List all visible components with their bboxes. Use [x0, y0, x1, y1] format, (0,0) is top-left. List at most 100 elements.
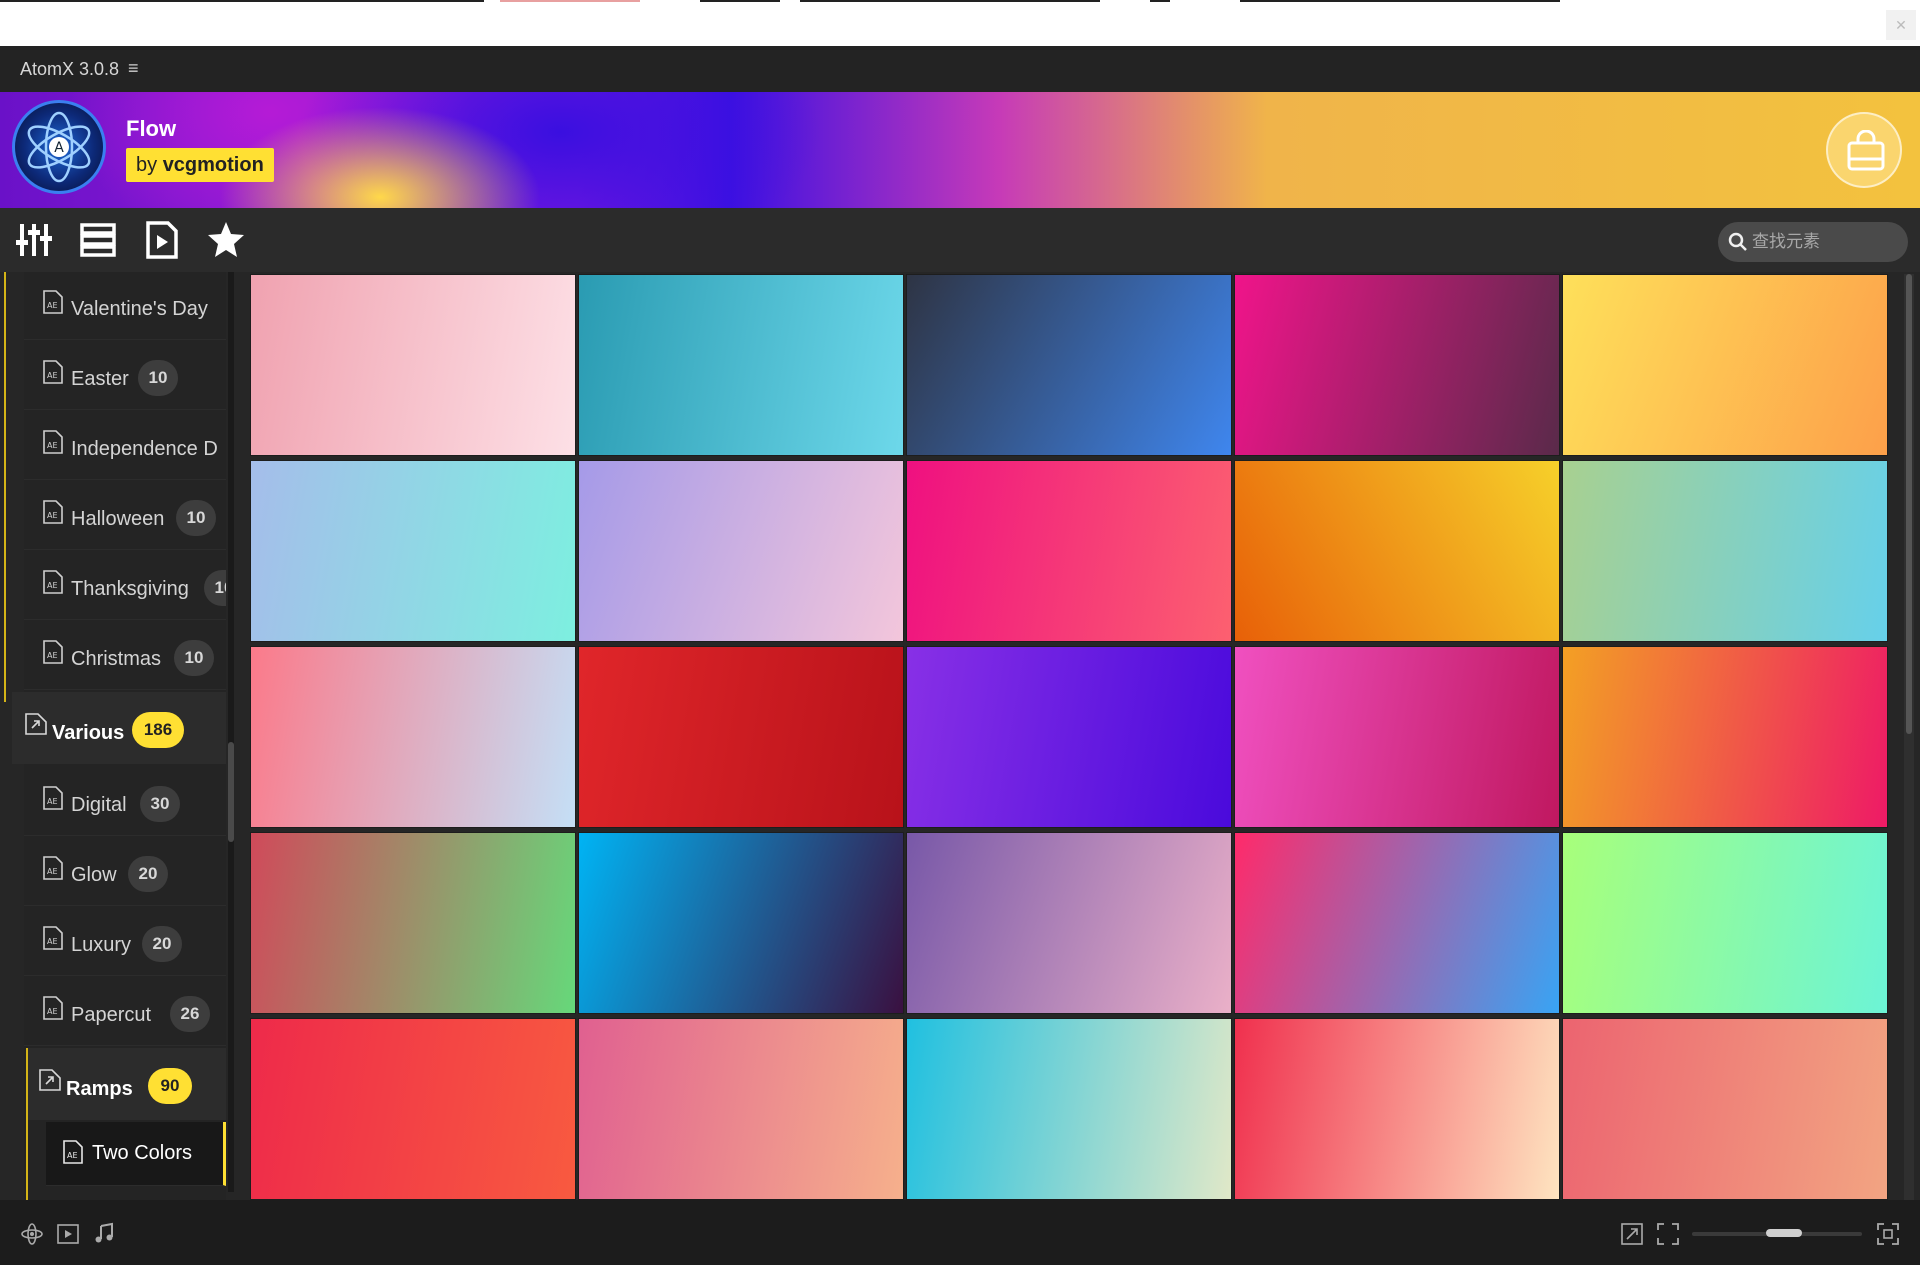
- sidebar-item-label: Digital: [71, 794, 127, 816]
- host-window-strip: ✕: [0, 0, 1920, 46]
- search-box[interactable]: [1718, 222, 1908, 262]
- hamburger-icon[interactable]: ≡: [128, 58, 139, 79]
- scrollbar-thumb[interactable]: [1906, 274, 1912, 734]
- app-title: AtomX 3.0.8: [20, 59, 120, 79]
- gradient-preset-tile[interactable]: [1562, 460, 1888, 642]
- music-note-icon[interactable]: [92, 1222, 116, 1246]
- svg-text:AE: AE: [47, 371, 58, 380]
- sidebar-item-valentines-day[interactable]: AE Valentine's Day: [24, 272, 226, 340]
- svg-text:A: A: [54, 140, 64, 156]
- preset-grid: [250, 274, 1890, 1200]
- gradient-preset-tile[interactable]: [578, 646, 904, 828]
- scrollbar-thumb[interactable]: [228, 742, 234, 842]
- sidebar-subcategory-ramps[interactable]: Ramps 90: [26, 1048, 226, 1120]
- ae-file-icon: AE: [43, 640, 63, 664]
- gradient-preset-tile[interactable]: [1234, 646, 1560, 828]
- author-badge[interactable]: by vcgmotion: [126, 148, 274, 182]
- sidebar-item-thanksgiving[interactable]: AE Thanksgiving 10: [24, 552, 226, 620]
- gradient-preset-tile[interactable]: [1562, 832, 1888, 1014]
- expand-icon[interactable]: [1620, 1222, 1644, 1246]
- count-badge: 20: [128, 856, 168, 892]
- count-badge: 90: [148, 1068, 192, 1104]
- gradient-preset-tile[interactable]: [578, 460, 904, 642]
- status-bar: [0, 1200, 1920, 1265]
- svg-text:AE: AE: [47, 511, 58, 520]
- strip-line: [1240, 0, 1560, 2]
- sidebar-item-label: Thanksgiving: [71, 578, 189, 600]
- count-badge: 10: [174, 640, 214, 676]
- count-badge: 10: [176, 500, 216, 536]
- gradient-preset-tile[interactable]: [906, 274, 1232, 456]
- fit-icon[interactable]: [1656, 1222, 1680, 1246]
- sidebar-item-two-colors[interactable]: AE Two Colors: [46, 1122, 226, 1186]
- gradient-preset-tile[interactable]: [906, 1018, 1232, 1200]
- ae-file-icon: AE: [43, 430, 63, 454]
- grid-scrollbar[interactable]: [1904, 274, 1914, 1200]
- ae-file-icon: AE: [43, 996, 63, 1020]
- zoom-slider-thumb[interactable]: [1765, 1229, 1802, 1237]
- gradient-preset-tile[interactable]: [906, 460, 1232, 642]
- sliders-icon[interactable]: [14, 220, 54, 260]
- gradient-preset-tile[interactable]: [250, 646, 576, 828]
- gradient-preset-tile[interactable]: [1562, 646, 1888, 828]
- gradient-preset-tile[interactable]: [1234, 832, 1560, 1014]
- fullscreen-icon[interactable]: [1876, 1222, 1900, 1246]
- count-badge: 10: [204, 570, 226, 606]
- sidebar-category-various[interactable]: Various 186: [12, 692, 226, 764]
- gradient-preset-tile[interactable]: [250, 274, 576, 456]
- strip-line: [500, 0, 640, 2]
- gradient-preset-tile[interactable]: [1562, 1018, 1888, 1200]
- play-icon[interactable]: [56, 1222, 80, 1246]
- ae-file-icon: AE: [43, 856, 63, 880]
- search-icon: [1728, 232, 1747, 251]
- gradient-preset-tile[interactable]: [906, 832, 1232, 1014]
- gradient-preset-tile[interactable]: [250, 832, 576, 1014]
- atom-icon: A: [27, 111, 91, 183]
- atomx-logo: A: [12, 100, 106, 194]
- svg-text:AE: AE: [47, 301, 58, 310]
- sidebar-item-independence-day[interactable]: AE Independence D: [24, 412, 226, 480]
- count-badge: 186: [132, 712, 184, 748]
- count-badge: 20: [142, 926, 182, 962]
- sidebar-scrollbar[interactable]: [228, 272, 234, 1192]
- sidebar-item-christmas[interactable]: AE Christmas 10: [24, 622, 226, 690]
- close-icon[interactable]: ✕: [1886, 10, 1916, 40]
- gradient-preset-tile[interactable]: [578, 832, 904, 1014]
- gradient-preset-tile[interactable]: [1234, 460, 1560, 642]
- gradient-preset-tile[interactable]: [250, 460, 576, 642]
- sidebar-item-halloween[interactable]: AE Halloween 10: [24, 482, 226, 550]
- gradient-preset-tile[interactable]: [906, 646, 1232, 828]
- orbit-icon[interactable]: [20, 1222, 44, 1246]
- gradient-preset-tile[interactable]: [250, 1018, 576, 1200]
- count-badge: 30: [140, 786, 180, 822]
- author-prefix: by: [136, 154, 158, 176]
- category-sidebar: AE Valentine's Day AE Easter 10 AE Indep…: [0, 272, 236, 1200]
- svg-text:AE: AE: [47, 867, 58, 876]
- search-input[interactable]: [1752, 228, 1902, 256]
- preview-file-icon[interactable]: [142, 220, 182, 260]
- gradient-preset-tile[interactable]: [1234, 1018, 1560, 1200]
- sidebar-item-papercut[interactable]: AE Papercut 26: [24, 978, 226, 1046]
- sidebar-item-label: Valentine's Day: [71, 298, 208, 320]
- sidebar-item-label: Papercut: [71, 1004, 152, 1026]
- ae-file-icon: AE: [43, 290, 63, 314]
- sidebar-item-glow[interactable]: AE Glow 20: [24, 838, 226, 906]
- gradient-preset-tile[interactable]: [1234, 274, 1560, 456]
- sidebar-item-luxury[interactable]: AE Luxury 20: [24, 908, 226, 976]
- shopping-bag-icon: [1847, 130, 1885, 171]
- svg-text:AE: AE: [47, 797, 58, 806]
- svg-text:AE: AE: [47, 441, 58, 450]
- svg-text:AE: AE: [47, 651, 58, 660]
- sidebar-item-label: Independence D: [71, 438, 218, 460]
- shop-button[interactable]: [1826, 112, 1902, 188]
- strip-line: [700, 0, 780, 2]
- favorites-star-icon[interactable]: [206, 220, 246, 260]
- sidebar-accent-line: [4, 272, 6, 702]
- sidebar-item-easter[interactable]: AE Easter 10: [24, 342, 226, 410]
- gradient-preset-tile[interactable]: [578, 1018, 904, 1200]
- pack-banner: A Flow by vcgmotion: [0, 92, 1920, 208]
- gradient-preset-tile[interactable]: [578, 274, 904, 456]
- gradient-preset-tile[interactable]: [1562, 274, 1888, 456]
- sidebar-item-digital[interactable]: AE Digital 30: [24, 768, 226, 836]
- list-view-icon[interactable]: [78, 220, 118, 260]
